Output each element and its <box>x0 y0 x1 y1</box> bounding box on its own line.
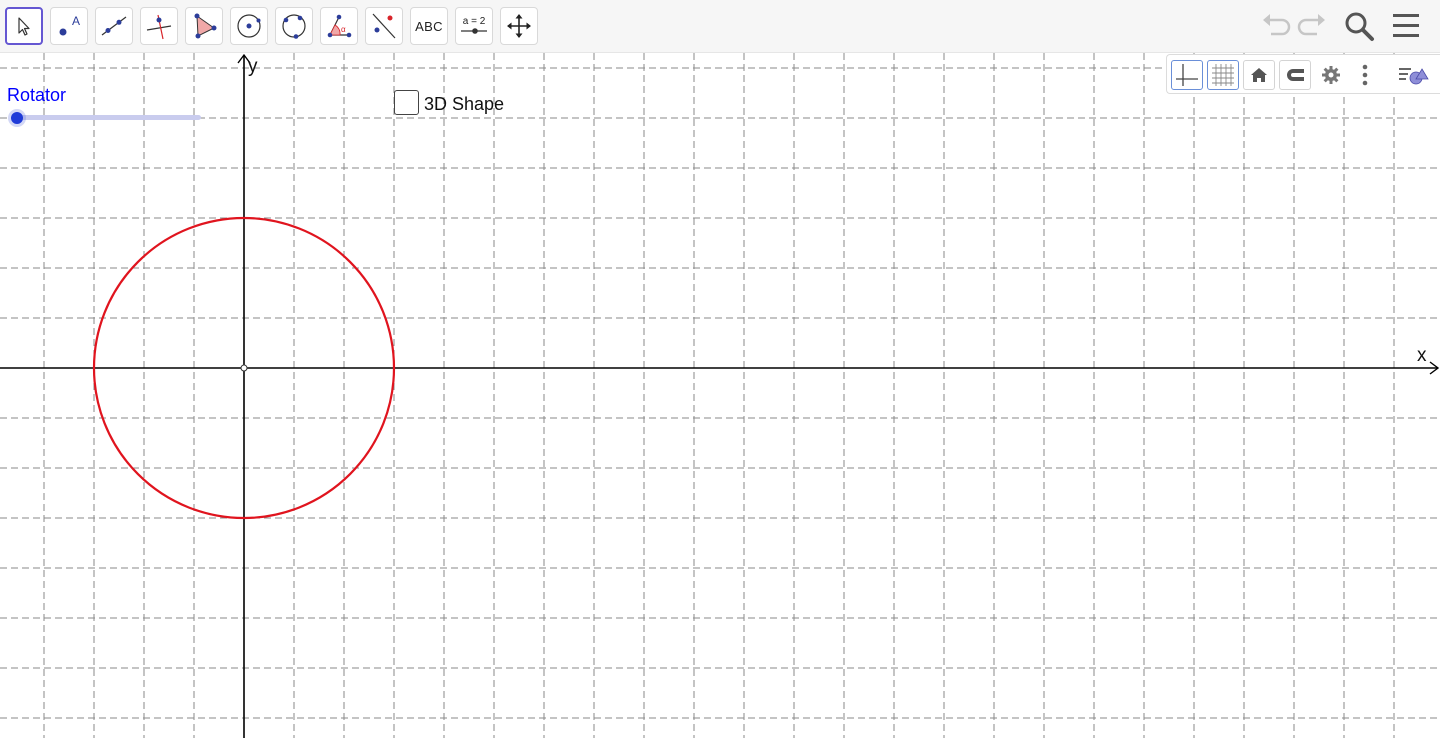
point-tool-button[interactable]: A <box>50 7 88 45</box>
3d-shape-checkbox-label: 3D Shape <box>424 94 505 114</box>
standard-view-button[interactable] <box>1243 60 1275 90</box>
3d-shape-checkbox[interactable] <box>394 90 419 115</box>
magnet-icon <box>1287 69 1304 81</box>
move-graphics-view-tool-button[interactable] <box>500 7 538 45</box>
menu-icon <box>1393 14 1419 37</box>
circle-three-points-icon <box>282 14 306 39</box>
reflect-tool-button[interactable] <box>365 7 403 45</box>
y-axis-label: y <box>248 56 258 77</box>
point-tool-letter: A <box>72 14 80 28</box>
polygon-tool-button[interactable] <box>185 7 223 45</box>
text-tool-button[interactable]: ABC <box>410 7 448 45</box>
slider-icon: a = 2 <box>461 16 487 34</box>
point-icon: A <box>59 14 80 36</box>
toggle-algebra-view-button[interactable] <box>1395 60 1435 90</box>
circle-center-icon <box>237 14 261 38</box>
center-point <box>240 364 248 372</box>
slider-label: Rotator <box>7 85 67 105</box>
toolbar: A α ABC a = 2 <box>0 0 1440 53</box>
circle-three-points-tool-button[interactable] <box>275 7 313 45</box>
slider-tool-label: a = 2 <box>463 16 486 27</box>
undo-icon <box>1263 14 1291 36</box>
main-menu-button[interactable] <box>1390 8 1422 44</box>
angle-icon: α <box>327 14 352 38</box>
gear-icon <box>1322 66 1340 84</box>
rotator-slider-track[interactable] <box>12 115 201 120</box>
more-vertical-icon <box>1362 64 1368 86</box>
angle-tool-button[interactable]: α <box>320 7 358 45</box>
rotator-slider-knob[interactable] <box>11 112 23 124</box>
style-bar <box>1166 54 1440 94</box>
redo-icon <box>1297 14 1325 36</box>
angle-tool-letter: α <box>341 25 346 34</box>
move-tool-button[interactable] <box>5 7 43 45</box>
x-axis-label: x <box>1417 345 1427 366</box>
algebra-toggle-icon <box>1399 68 1429 85</box>
graphics-canvas[interactable] <box>0 53 1440 738</box>
line-icon <box>101 16 127 36</box>
search-button[interactable] <box>1342 8 1376 44</box>
slider-tool-button[interactable]: a = 2 <box>455 7 493 45</box>
grid-icon <box>1212 64 1234 86</box>
axes-icon <box>1176 64 1198 86</box>
toggle-grid-button[interactable] <box>1207 60 1239 90</box>
toggle-axes-button[interactable] <box>1171 60 1203 90</box>
reflect-icon <box>372 13 396 39</box>
line-tool-button[interactable] <box>95 7 133 45</box>
undo-button[interactable] <box>1259 8 1291 44</box>
perpendicular-line-tool-button[interactable] <box>140 7 178 45</box>
redo-button[interactable] <box>1297 8 1329 44</box>
point-capturing-button[interactable] <box>1279 60 1311 90</box>
more-options-button[interactable] <box>1353 60 1377 90</box>
settings-button[interactable] <box>1315 60 1347 90</box>
home-icon <box>1251 68 1267 82</box>
circle-center-point-tool-button[interactable] <box>230 7 268 45</box>
text-tool-label: ABC <box>415 18 443 34</box>
cursor-arrow-icon <box>18 17 30 36</box>
polygon-icon <box>194 13 217 39</box>
move-arrows-icon <box>507 14 531 38</box>
perpendicular-line-icon <box>146 14 172 40</box>
graphics-view[interactable] <box>0 53 1440 738</box>
search-icon <box>1345 12 1374 41</box>
